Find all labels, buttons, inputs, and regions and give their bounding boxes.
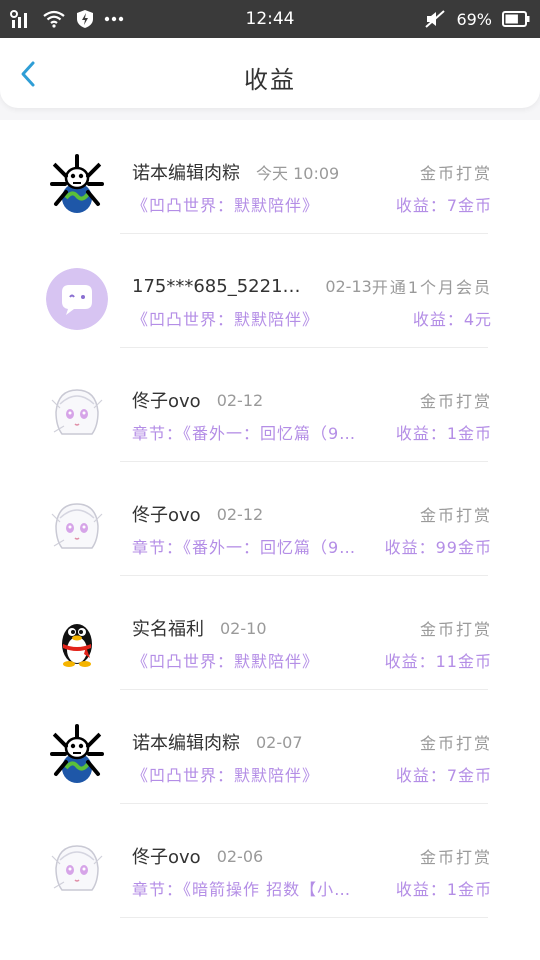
avatar[interactable] <box>46 724 108 786</box>
record-type: 金币打赏 <box>419 734 492 753</box>
record-date: 02-12 <box>216 504 264 524</box>
app-header: 收益 <box>0 38 540 108</box>
sender-name: 佟子ovo <box>132 505 201 526</box>
earning-row[interactable]: 佟子ovo 02-12 金币打赏章节：《番外一：回忆篇（9… 收益：1金币 <box>0 348 540 462</box>
earning-row[interactable]: 175***685_522154… 02-13 开通1个月会员《凹凸世界：默默陪伴》… <box>0 234 540 348</box>
avatar[interactable] <box>46 496 108 558</box>
record-detail: 《凹凸世界：默默陪伴》 收益：11金币 <box>132 648 492 672</box>
mute-icon <box>424 9 446 29</box>
record-type: 金币打赏 <box>419 620 492 639</box>
record-description[interactable]: 《凹凸世界：默默陪伴》 <box>132 762 319 786</box>
record-earning: 收益：4元 <box>412 310 492 329</box>
record-earning: 收益：1金币 <box>395 880 492 899</box>
record-date: 02-12 <box>216 390 264 410</box>
avatar[interactable] <box>46 838 108 900</box>
status-right: 69% <box>424 0 530 38</box>
status-bar: 12:44 69% <box>0 0 540 38</box>
earning-row[interactable]: 诺本编辑肉粽 今天 10:09 金币打赏《凹凸世界：默默陪伴》 收益：7金币 <box>0 120 540 234</box>
page-title: 收益 <box>244 66 296 94</box>
avatar[interactable] <box>46 154 108 216</box>
record-detail: 章节：《番外一：回忆篇（9… 收益：1金币 <box>132 420 492 444</box>
earning-row[interactable]: 诺本编辑肉粽 02-07 金币打赏《凹凸世界：默默陪伴》 收益：7金币 <box>0 690 540 804</box>
avatar[interactable] <box>46 610 108 672</box>
record-earning: 收益：99金币 <box>384 538 492 557</box>
earning-row[interactable]: 实名福利 02-10 金币打赏《凹凸世界：默默陪伴》 收益：11金币 <box>0 576 540 690</box>
battery-percent: 69% <box>456 9 492 29</box>
record-header: 诺本编辑肉粽 02-07 金币打赏 <box>132 730 492 755</box>
record-description[interactable]: 章节：《番外一：回忆篇（9… <box>132 420 356 444</box>
sender-name: 诺本编辑肉粽 <box>132 733 240 754</box>
record-header: 175***685_522154… 02-13 开通1个月会员 <box>132 274 492 298</box>
earnings-list[interactable]: 诺本编辑肉粽 今天 10:09 金币打赏 《凹凸世界：默默陪伴》 收益：7金币 175**… <box>0 120 540 960</box>
record-date: 02-07 <box>256 732 303 752</box>
record-type: 金币打赏 <box>419 392 492 411</box>
list-bottom <box>0 930 540 960</box>
record-header: 佟子ovo 02-12 金币打赏 <box>132 388 492 413</box>
record-earning: 收益：11金币 <box>384 652 492 671</box>
record-description[interactable]: 《凹凸世界：默默陪伴》 <box>132 306 319 330</box>
record-detail: 《凹凸世界：默默陪伴》 收益：7金币 <box>132 762 492 786</box>
record-type: 金币打赏 <box>419 164 492 183</box>
record-date: 今天 10:09 <box>256 164 340 183</box>
record-detail: 章节：《暗箭操作 招数【小… 收益：1金币 <box>132 876 492 900</box>
record-detail: 章节：《番外一：回忆篇（9… 收益：99金币 <box>132 534 492 558</box>
sender-name: 诺本编辑肉粽 <box>132 163 240 184</box>
record-header: 佟子ovo 02-12 金币打赏 <box>132 502 492 527</box>
record-detail: 《凹凸世界：默默陪伴》 收益：7金币 <box>132 192 492 216</box>
record-type: 金币打赏 <box>419 848 492 867</box>
record-description[interactable]: 章节：《暗箭操作 招数【小… <box>132 876 351 900</box>
record-earning: 收益：7金币 <box>395 196 492 215</box>
record-earning: 收益：1金币 <box>395 424 492 443</box>
record-detail: 《凹凸世界：默默陪伴》 收益：4元 <box>132 306 492 330</box>
battery-icon <box>502 11 530 27</box>
sender-name: 175***685_522154… <box>132 275 310 297</box>
record-type: 金币打赏 <box>419 506 492 525</box>
earning-row[interactable]: 佟子ovo 02-12 金币打赏章节：《番外一：回忆篇（9… 收益：99金币 <box>0 462 540 576</box>
record-date: 02-10 <box>220 618 267 638</box>
sender-name: 佟子ovo <box>132 847 201 868</box>
record-header: 实名福利 02-10 金币打赏 <box>132 616 492 641</box>
avatar[interactable] <box>46 268 108 330</box>
row-divider <box>120 917 488 918</box>
sender-name: 实名福利 <box>132 619 204 640</box>
record-date: 02-13 <box>325 276 372 296</box>
earning-row[interactable]: 佟子ovo 02-06 金币打赏章节：《暗箭操作 招数【小… 收益：1金币 <box>0 804 540 918</box>
record-earning: 收益：7金币 <box>395 766 492 785</box>
sender-name: 佟子ovo <box>132 391 201 412</box>
record-type: 开通1个月会员 <box>371 278 492 297</box>
record-description[interactable]: 《凹凸世界：默默陪伴》 <box>132 648 319 672</box>
record-description[interactable]: 《凹凸世界：默默陪伴》 <box>132 192 319 216</box>
record-header: 诺本编辑肉粽 今天 10:09 金币打赏 <box>132 160 492 184</box>
record-header: 佟子ovo 02-06 金币打赏 <box>132 844 492 869</box>
avatar[interactable] <box>46 382 108 444</box>
record-description[interactable]: 章节：《番外一：回忆篇（9… <box>132 534 356 558</box>
record-date: 02-06 <box>216 846 264 866</box>
